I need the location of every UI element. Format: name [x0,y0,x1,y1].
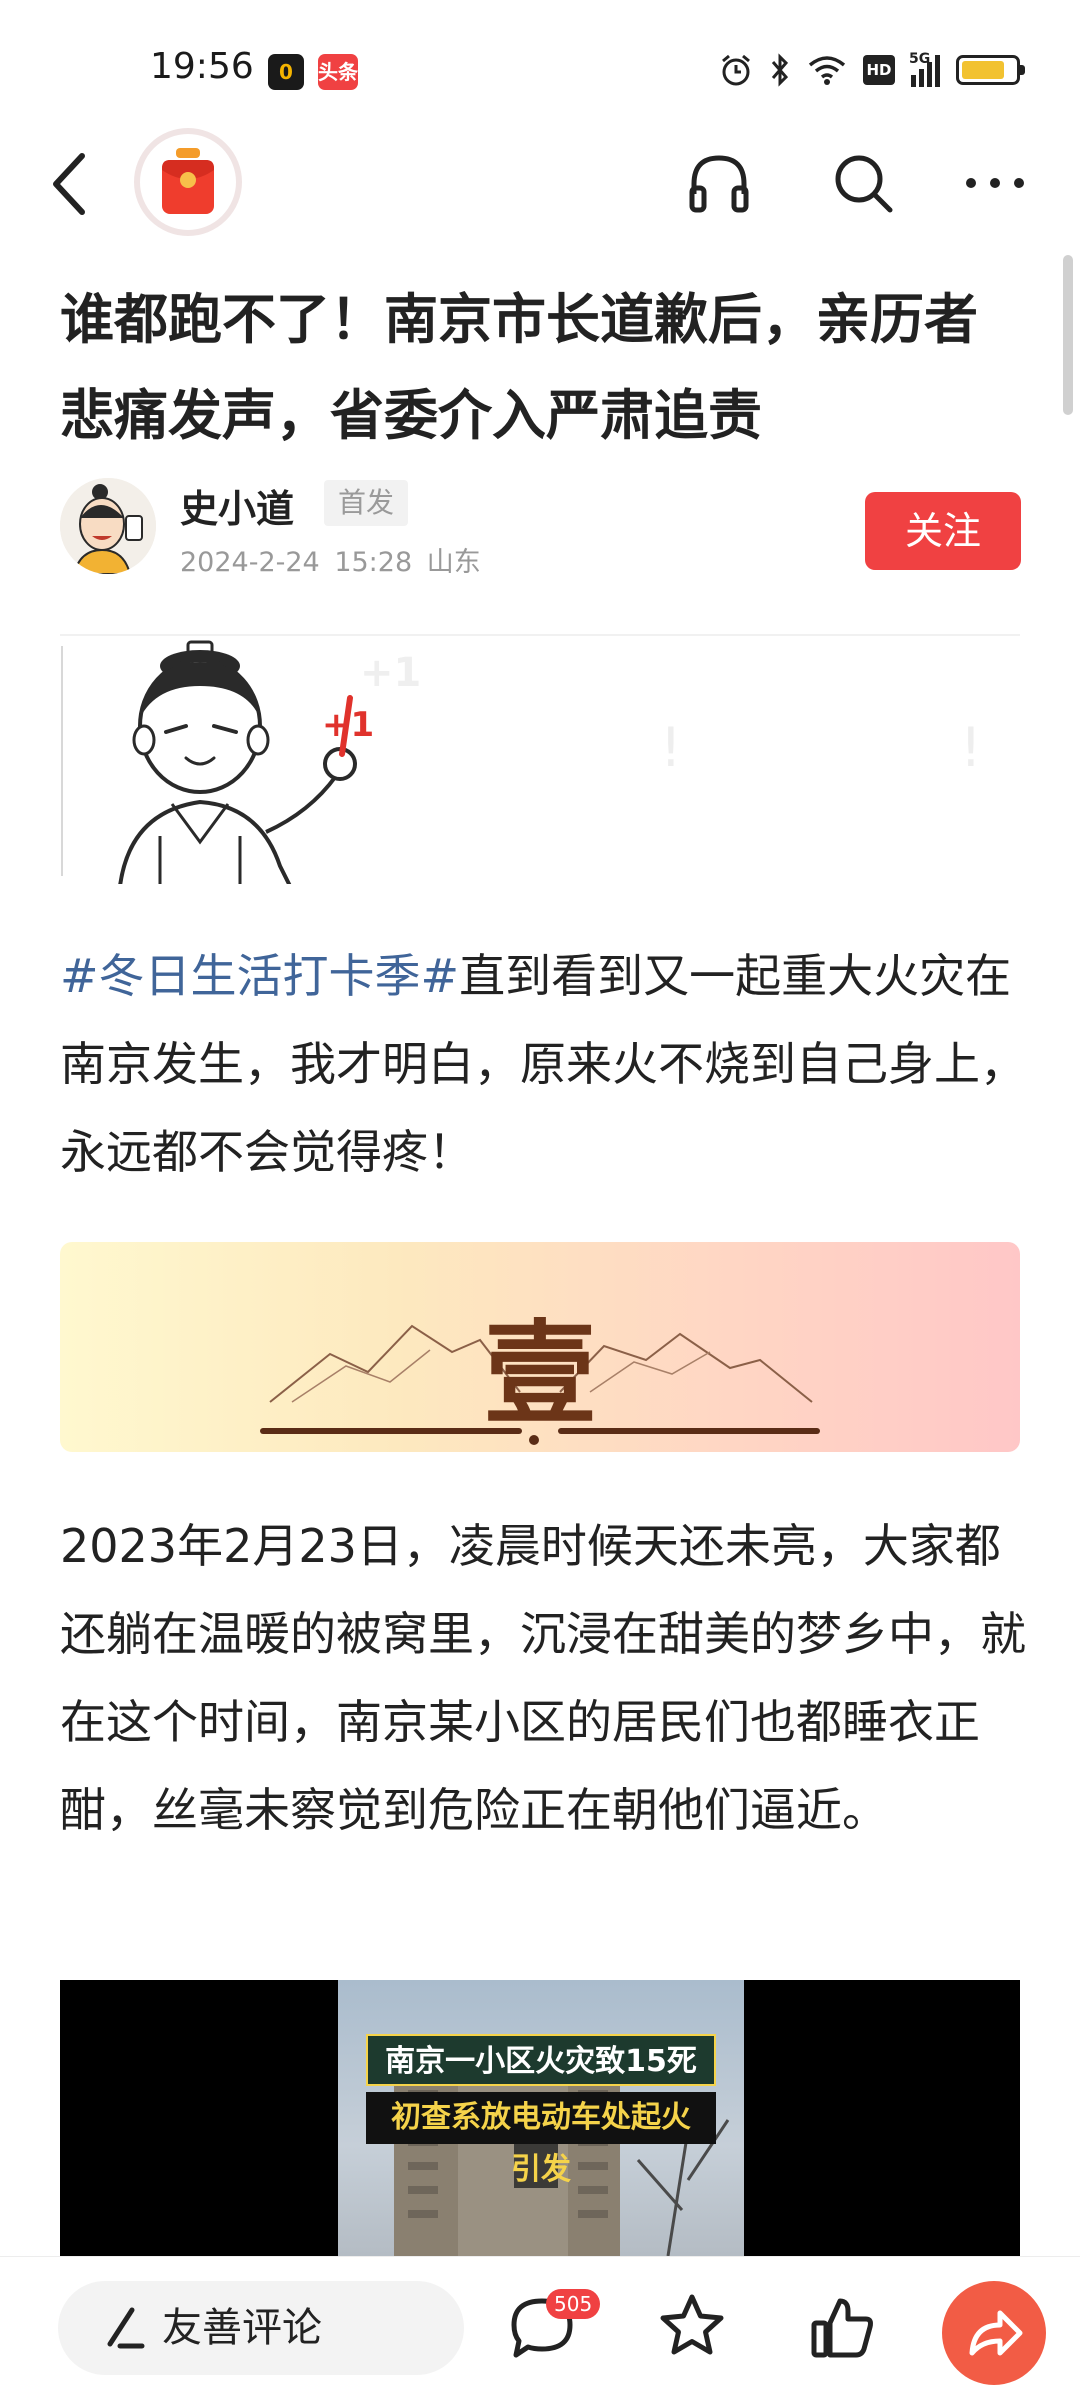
plus-one-mark-faint: +1 [360,650,421,696]
body-paragraph: 2023年2月23日，凌晨时候天还未亮，大家都还躺在温暖的被窝里，沉浸在甜美的梦… [60,1519,1026,1837]
publish-time: 15:28 [334,547,413,578]
comment-count-badge: 505 [546,2289,601,2319]
hero-illustration: +1 +1 ! ! [60,634,1020,884]
video-caption-2: 初查系放电动车处起火引发 [366,2092,716,2187]
red-packet-button[interactable] [134,128,242,236]
network-label: 5G [909,51,931,67]
wifi-icon [808,56,846,85]
hashtag-link[interactable]: #冬日生活打卡季# [60,949,459,1003]
app-badge-toutiao: 头条 [318,54,358,90]
cartoon-scholar-image: +1 +1 ! ! [61,640,982,884]
app-badge-notification: 0 [268,54,304,90]
share-icon [969,2310,1023,2356]
video-thumbnail: 南京一小区火灾致15死44伤 初查系放电动车处起火引发 [338,1980,744,2256]
author-name[interactable]: 史小道 [180,478,294,533]
status-icons: HD 5G [719,50,1025,90]
exclaim-mark-1: ! [660,716,682,779]
author-meta: 2024-2-24 15:28 山东 [180,540,481,579]
signal-5g-icon: 5G [909,51,940,87]
red-packet-icon [162,148,214,214]
hd-icon: HD [863,55,895,85]
exclaim-mark-2: ! [960,716,982,779]
bottom-action-bar: 友善评论 505 [0,2256,1080,2400]
status-bar: 19:56 0 头条 HD 5G [0,0,1080,130]
article-title: 谁都跑不了！南京市长道歉后，亲历者悲痛发声，省委介入严肃追责 [60,288,978,447]
alarm-icon [722,54,750,86]
top-nav [0,120,1080,250]
follow-button[interactable]: 关注 [865,492,1021,570]
pen-icon [107,2307,145,2349]
banner-line-right [558,1428,820,1434]
share-button[interactable] [942,2281,1046,2385]
scrollbar[interactable] [1063,255,1073,415]
headphones-icon[interactable] [684,148,754,218]
publish-location: 山东 [426,547,481,578]
intro-paragraph: #冬日生活打卡季#直到看到又一起重大火灾在南京发生，我才明白，原来火不烧到自己身… [60,932,1026,1196]
more-icon[interactable] [960,148,1030,218]
search-icon[interactable] [828,148,898,218]
plus-one-mark: +1 [322,705,374,745]
comment-input[interactable]: 友善评论 [58,2281,464,2375]
video-caption-1: 南京一小区火灾致15死44伤 [366,2034,716,2131]
battery-fill [962,61,1004,79]
status-time: 19:56 [150,46,254,87]
section-heading: 壹 [484,1309,596,1440]
video-player[interactable]: 南京一小区火灾致15死44伤 初查系放电动车处起火引发 [60,1980,1020,2256]
publish-date: 2024-2-24 [180,547,320,578]
comment-placeholder: 友善评论 [162,2305,322,2351]
like-icon[interactable] [806,2291,878,2363]
avatar-illustration [60,478,156,574]
author-avatar[interactable] [60,478,156,574]
bluetooth-icon [771,53,789,87]
section-banner: 壹 [60,1242,1020,1452]
back-icon[interactable] [44,148,100,220]
battery-icon [956,55,1025,85]
banner-line-left [260,1428,522,1434]
first-publish-badge: 首发 [324,480,409,526]
star-icon[interactable] [656,2291,728,2363]
